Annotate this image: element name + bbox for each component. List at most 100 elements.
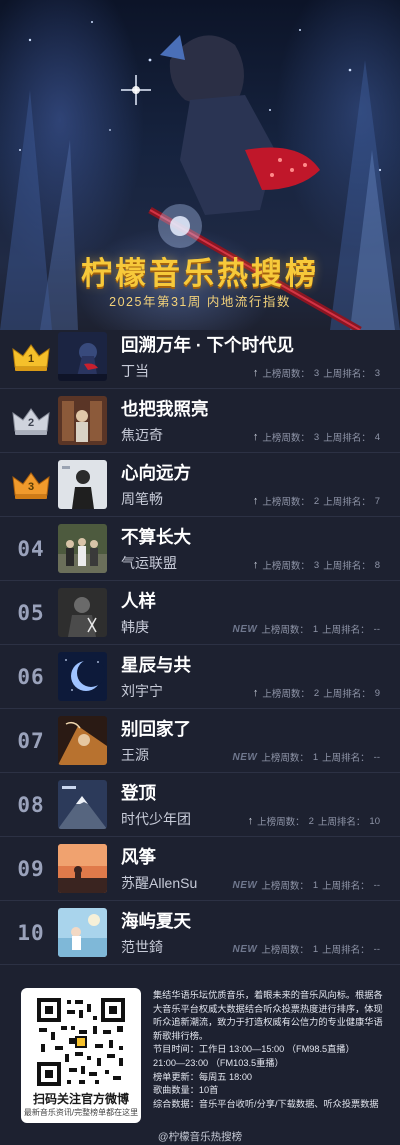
artist-name: 周笔畅	[121, 491, 163, 507]
stats: ↑ 上榜周数： 3 上周排名： 8	[253, 558, 380, 572]
page-title: 柠檬音乐热搜榜	[81, 256, 319, 291]
qr-card[interactable]: 扫码关注官方微博 最新音乐资讯/完整榜单都在这里	[21, 988, 141, 1123]
weeks-label: 上榜周数：	[261, 625, 309, 636]
table-row[interactable]: 06 星辰与共 刘宇宁 ↑ 上榜周数： 2 上周排名： 9	[0, 645, 400, 709]
album-cover	[58, 396, 107, 445]
stats: NEW 上榜周数： 1 上周排名： --	[232, 878, 381, 893]
schedule-line-2: 21:00—23:00 （FM103.5重播）	[153, 1057, 284, 1068]
weibo-handle[interactable]: @柠檬音乐热搜榜	[0, 1129, 400, 1144]
song-title: 心向远方	[121, 463, 191, 483]
weeks-value: 2	[313, 495, 320, 507]
last-rank-label: 上周排名：	[322, 753, 370, 764]
weeks-value: 1	[312, 943, 319, 955]
up-arrow-icon: ↑	[252, 559, 259, 571]
last-rank-label: 上周排名：	[322, 625, 370, 636]
song-title: 别回家了	[121, 719, 191, 739]
gold-crown-icon: 1	[11, 341, 51, 373]
new-badge: NEW	[232, 623, 258, 635]
album-cover	[58, 716, 107, 765]
stats: ↑ 上榜周数： 3 上周排名： 4	[253, 430, 380, 444]
last-rank-value: 9	[374, 687, 380, 699]
weeks-value: 1	[312, 751, 319, 763]
rank-number: 09	[17, 857, 45, 881]
table-row[interactable]: 05 人样 韩庚 NEW 上榜周数： 1 上周排名： --	[0, 581, 400, 645]
up-arrow-icon: ↑	[252, 687, 259, 699]
up-arrow-icon: ↑	[252, 367, 259, 379]
weeks-value: 1	[312, 623, 319, 635]
rank-number: 06	[17, 665, 45, 689]
rank-badge: 07	[8, 721, 54, 761]
table-row[interactable]: 07 别回家了 王源 NEW 上榜周数： 1 上周排名： --	[0, 709, 400, 773]
table-row[interactable]: 2 也把我照亮 焦迈奇 ↑ 上榜周数： 3 上周排名： 4	[0, 389, 400, 453]
album-cover	[58, 460, 107, 509]
weeks-value: 2	[313, 687, 320, 699]
table-row[interactable]: 3 心向远方 周笔畅 ↑ 上榜周数： 2 上周排名： 7	[0, 453, 400, 517]
artist-name: 焦迈奇	[121, 427, 163, 443]
last-rank-value: --	[373, 943, 380, 955]
table-row[interactable]: 04 不算长大 气运联盟 ↑ 上榜周数： 3 上周排名： 8	[0, 517, 400, 581]
rank-badge: 1	[8, 337, 54, 377]
table-row[interactable]: 08 登顶 时代少年团 ↑ 上榜周数： 2 上周排名： 10	[0, 773, 400, 837]
program-info: 集结华语乐坛优质音乐，着眼未来的音乐风向标。根据各大音乐平台权威大数据结合听众投…	[153, 989, 389, 1111]
artist-name: 气运联盟	[121, 555, 177, 571]
rank-number: 04	[17, 537, 45, 561]
song-title: 人样	[121, 591, 156, 611]
data-sources: 综合数据：音乐平台收听/分享/下载数据、听众投票数据	[153, 1098, 379, 1109]
song-title: 不算长大	[121, 527, 191, 547]
artist-name: 时代少年团	[121, 811, 191, 827]
rank-badge: 04	[8, 529, 54, 569]
weeks-label: 上榜周数：	[261, 753, 309, 764]
weeks-value: 3	[313, 559, 320, 571]
album-cover	[58, 588, 107, 637]
rank-number: 10	[17, 921, 45, 945]
artist-name: 韩庚	[121, 619, 149, 635]
rank-badge: 08	[8, 785, 54, 825]
weeks-value: 2	[308, 815, 314, 827]
weeks-label: 上榜周数：	[262, 433, 310, 444]
album-cover	[58, 652, 107, 701]
page-subtitle: 2025年第31周 内地流行指数	[109, 295, 291, 309]
song-title: 星辰与共	[121, 655, 191, 675]
album-cover	[58, 908, 107, 957]
table-row[interactable]: 09 风筝 苏醒AllenSu NEW 上榜周数： 1 上周排名： --	[0, 837, 400, 901]
qr-subcaption: 最新音乐资讯/完整榜单都在这里	[23, 1108, 139, 1117]
weeks-label: 上榜周数：	[262, 369, 310, 380]
new-badge: NEW	[232, 879, 258, 891]
rank-badge: 3	[8, 465, 54, 505]
stats: NEW 上榜周数： 1 上周排名： --	[232, 622, 381, 637]
artist-name: 刘宇宁	[121, 683, 163, 699]
last-rank-value: 4	[374, 431, 380, 443]
song-title: 风筝	[121, 847, 156, 867]
rank-number: 05	[17, 601, 45, 625]
qr-caption: 扫码关注官方微博	[32, 1092, 129, 1106]
stats: NEW 上榜周数： 1 上周排名： --	[232, 750, 381, 765]
up-arrow-icon: ↑	[247, 815, 254, 827]
bronze-crown-icon: 3	[11, 469, 51, 501]
artist-name: 王源	[121, 747, 149, 763]
rank-number: 08	[17, 793, 45, 817]
new-badge: NEW	[232, 751, 258, 763]
hero-banner: 柠檬音乐热搜榜 2025年第31周 内地流行指数	[0, 0, 400, 330]
weeks-value: 1	[312, 879, 319, 891]
stats: ↑ 上榜周数： 2 上周排名： 10	[248, 814, 380, 828]
qr-code-icon[interactable]	[35, 996, 127, 1088]
up-arrow-icon: ↑	[252, 495, 259, 507]
song-title: 也把我照亮	[121, 399, 209, 419]
last-rank-value: --	[373, 751, 380, 763]
rank-badge: 2	[8, 401, 54, 441]
schedule-line-1: 节目时间：工作日 13:00—15:00 （FM98.5直播）	[153, 1044, 355, 1055]
last-rank-label: 上周排名：	[322, 881, 370, 892]
last-rank-value: 3	[374, 367, 380, 379]
table-row[interactable]: 10 海屿夏天 范世錡 NEW 上榜周数： 1 上周排名： --	[0, 901, 400, 965]
song-count: 歌曲数量：10首	[153, 1085, 219, 1096]
rank-number: 07	[17, 729, 45, 753]
weeks-label: 上榜周数：	[261, 945, 309, 956]
album-cover	[58, 332, 107, 381]
last-rank-label: 上周排名：	[323, 561, 371, 572]
silver-crown-icon: 2	[11, 405, 51, 437]
artist-name: 苏醒AllenSu	[121, 875, 198, 891]
last-rank-value: 7	[374, 495, 380, 507]
last-rank-value: --	[373, 623, 380, 635]
stats: ↑ 上榜周数： 2 上周排名： 9	[253, 686, 380, 700]
table-row[interactable]: 1 回溯万年 · 下个时代见 丁当 ↑ 上榜周数： 3 上周排名： 3	[0, 325, 400, 389]
